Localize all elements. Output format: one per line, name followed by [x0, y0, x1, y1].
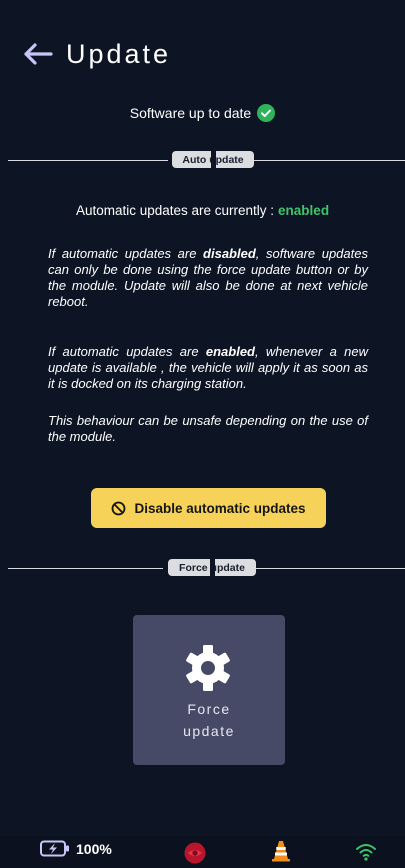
paragraph-emphasis: disabled: [203, 246, 256, 261]
wifi-icon[interactable]: [355, 842, 377, 862]
info-paragraph-disabled: If automatic updates are disabled, softw…: [48, 246, 368, 310]
paragraph-emphasis: enabled: [205, 344, 255, 359]
header: Update: [22, 34, 171, 74]
force-update-divider: Force update: [0, 557, 405, 578]
paragraph-text: If automatic updates are: [48, 246, 204, 261]
lidar-icon[interactable]: [184, 842, 206, 864]
battery-charging-icon: [40, 840, 70, 857]
info-paragraph-enabled: If automatic updates are enabled, whenev…: [48, 344, 368, 392]
auto-update-divider: Auto update: [0, 149, 405, 170]
force-update-label: Force update: [183, 701, 235, 739]
back-arrow-icon[interactable]: [22, 40, 56, 68]
divider-line: [8, 568, 163, 569]
ban-icon: [111, 501, 126, 516]
paragraph-text: If automatic updates are: [48, 344, 206, 359]
check-circle-icon: [257, 104, 276, 122]
force-update-button[interactable]: Force update: [133, 615, 285, 765]
gear-icon: [186, 645, 230, 691]
divider-line: [252, 160, 405, 161]
auto-update-status-prefix: Automatic updates are currently :: [75, 203, 275, 218]
page-title: Update: [66, 38, 172, 69]
bottom-status-bar: 100%: [0, 836, 405, 868]
disable-automatic-updates-button[interactable]: Disable automatic updates: [91, 488, 326, 528]
disable-button-label: Disable automatic updates: [134, 500, 306, 516]
divider-line: [8, 160, 168, 161]
software-status: Software up to date: [0, 104, 405, 122]
force-update-section-label: Force update: [168, 557, 256, 578]
battery-percentage: 100%: [76, 840, 112, 857]
auto-update-section-label: Auto update: [172, 149, 254, 170]
software-status-text: Software up to date: [129, 105, 252, 121]
auto-update-status-value: enabled: [278, 203, 330, 218]
divider-line: [254, 568, 405, 569]
auto-update-status: Automatic updates are currently : enabled: [0, 203, 405, 218]
battery-indicator: 100%: [40, 840, 112, 857]
info-paragraph-warning: This behaviour can be unsafe depending o…: [48, 413, 368, 444]
traffic-cone-icon[interactable]: [271, 840, 291, 862]
